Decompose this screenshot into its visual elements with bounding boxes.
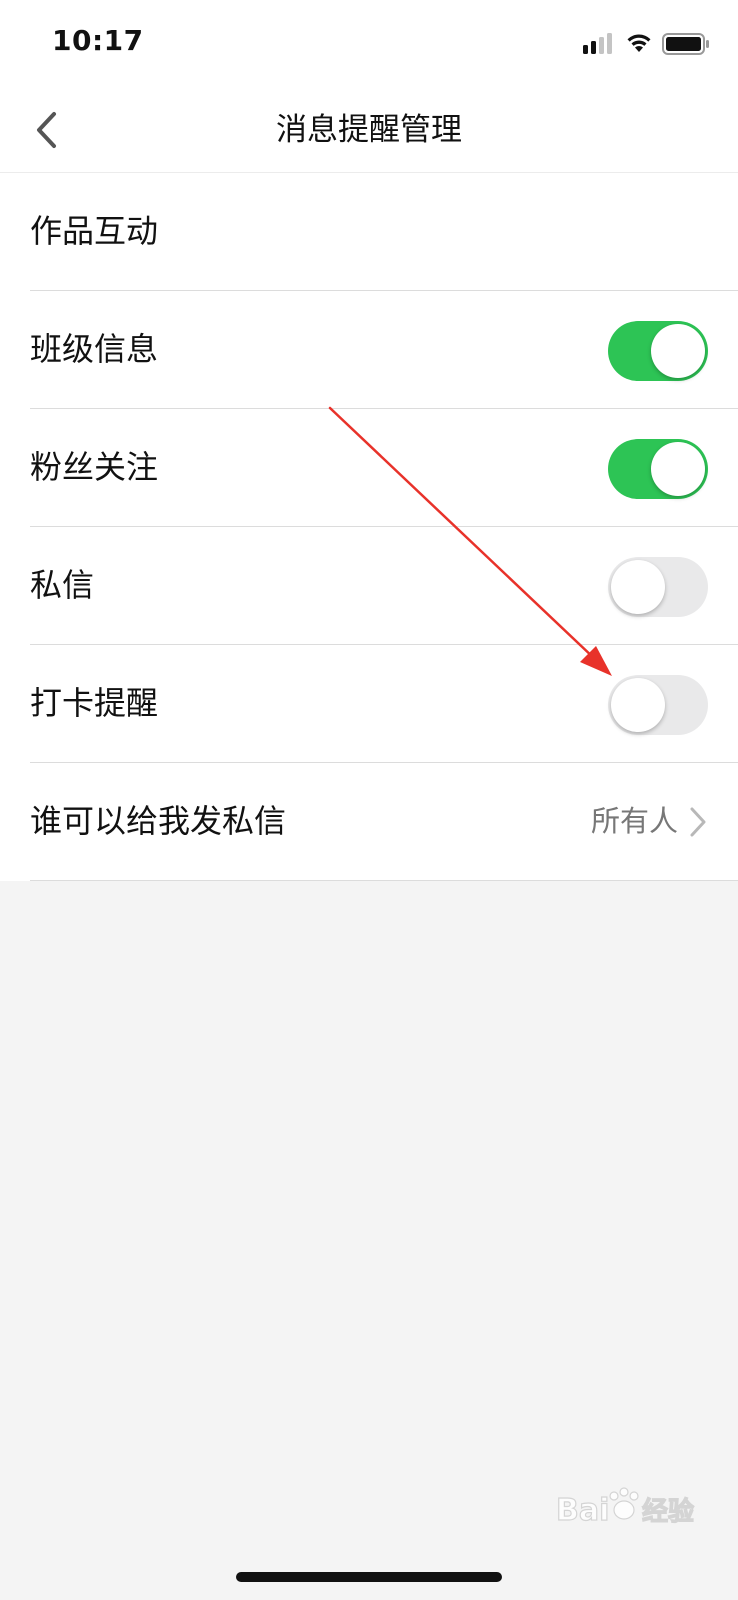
settings-row-label: 粉丝关注 (30, 448, 159, 486)
settings-row-checkin-reminder: 打卡提醒 (30, 645, 738, 763)
fans-follow-toggle[interactable] (608, 439, 708, 499)
settings-row-label: 打卡提醒 (30, 684, 159, 722)
settings-row-label: 谁可以给我发私信 (30, 802, 287, 840)
settings-list: 作品互动 班级信息 粉丝关注 私信 打卡提醒 谁可以给我发私信 所有人 (0, 173, 738, 881)
status-time: 10:17 (52, 24, 144, 57)
svg-text:经验: 经验 (642, 1496, 694, 1527)
private-message-toggle[interactable] (608, 557, 708, 617)
home-indicator[interactable] (236, 1572, 502, 1582)
settings-row-label: 班级信息 (30, 330, 159, 368)
nav-bar: 消息提醒管理 (0, 88, 738, 173)
battery-icon (662, 33, 709, 55)
settings-row-value: 所有人 (590, 804, 678, 838)
baidu-watermark-logo: Bai 经验 (556, 1487, 695, 1529)
settings-row-class-info: 班级信息 (30, 291, 738, 409)
settings-row-label: 作品互动 (30, 212, 159, 250)
svg-text:Bai: Bai (556, 1493, 609, 1528)
page-title: 消息提醒管理 (276, 112, 462, 148)
settings-row-works-interaction[interactable]: 作品互动 (30, 173, 738, 291)
chevron-right-icon (690, 807, 706, 837)
checkin-reminder-toggle[interactable] (608, 675, 708, 735)
toggle-knob (651, 442, 705, 496)
settings-row-fans-follow: 粉丝关注 (30, 409, 738, 527)
settings-row-private-message: 私信 (30, 527, 738, 645)
cellular-signal-icon (583, 33, 612, 54)
settings-row-who-can-message[interactable]: 谁可以给我发私信 所有人 (30, 763, 738, 881)
toggle-knob (651, 324, 705, 378)
toggle-knob (611, 678, 665, 732)
class-info-toggle[interactable] (608, 321, 708, 381)
toggle-knob (611, 560, 665, 614)
settings-row-label: 私信 (30, 566, 95, 604)
status-bar: 10:17 (0, 0, 738, 88)
wifi-icon (627, 34, 651, 52)
